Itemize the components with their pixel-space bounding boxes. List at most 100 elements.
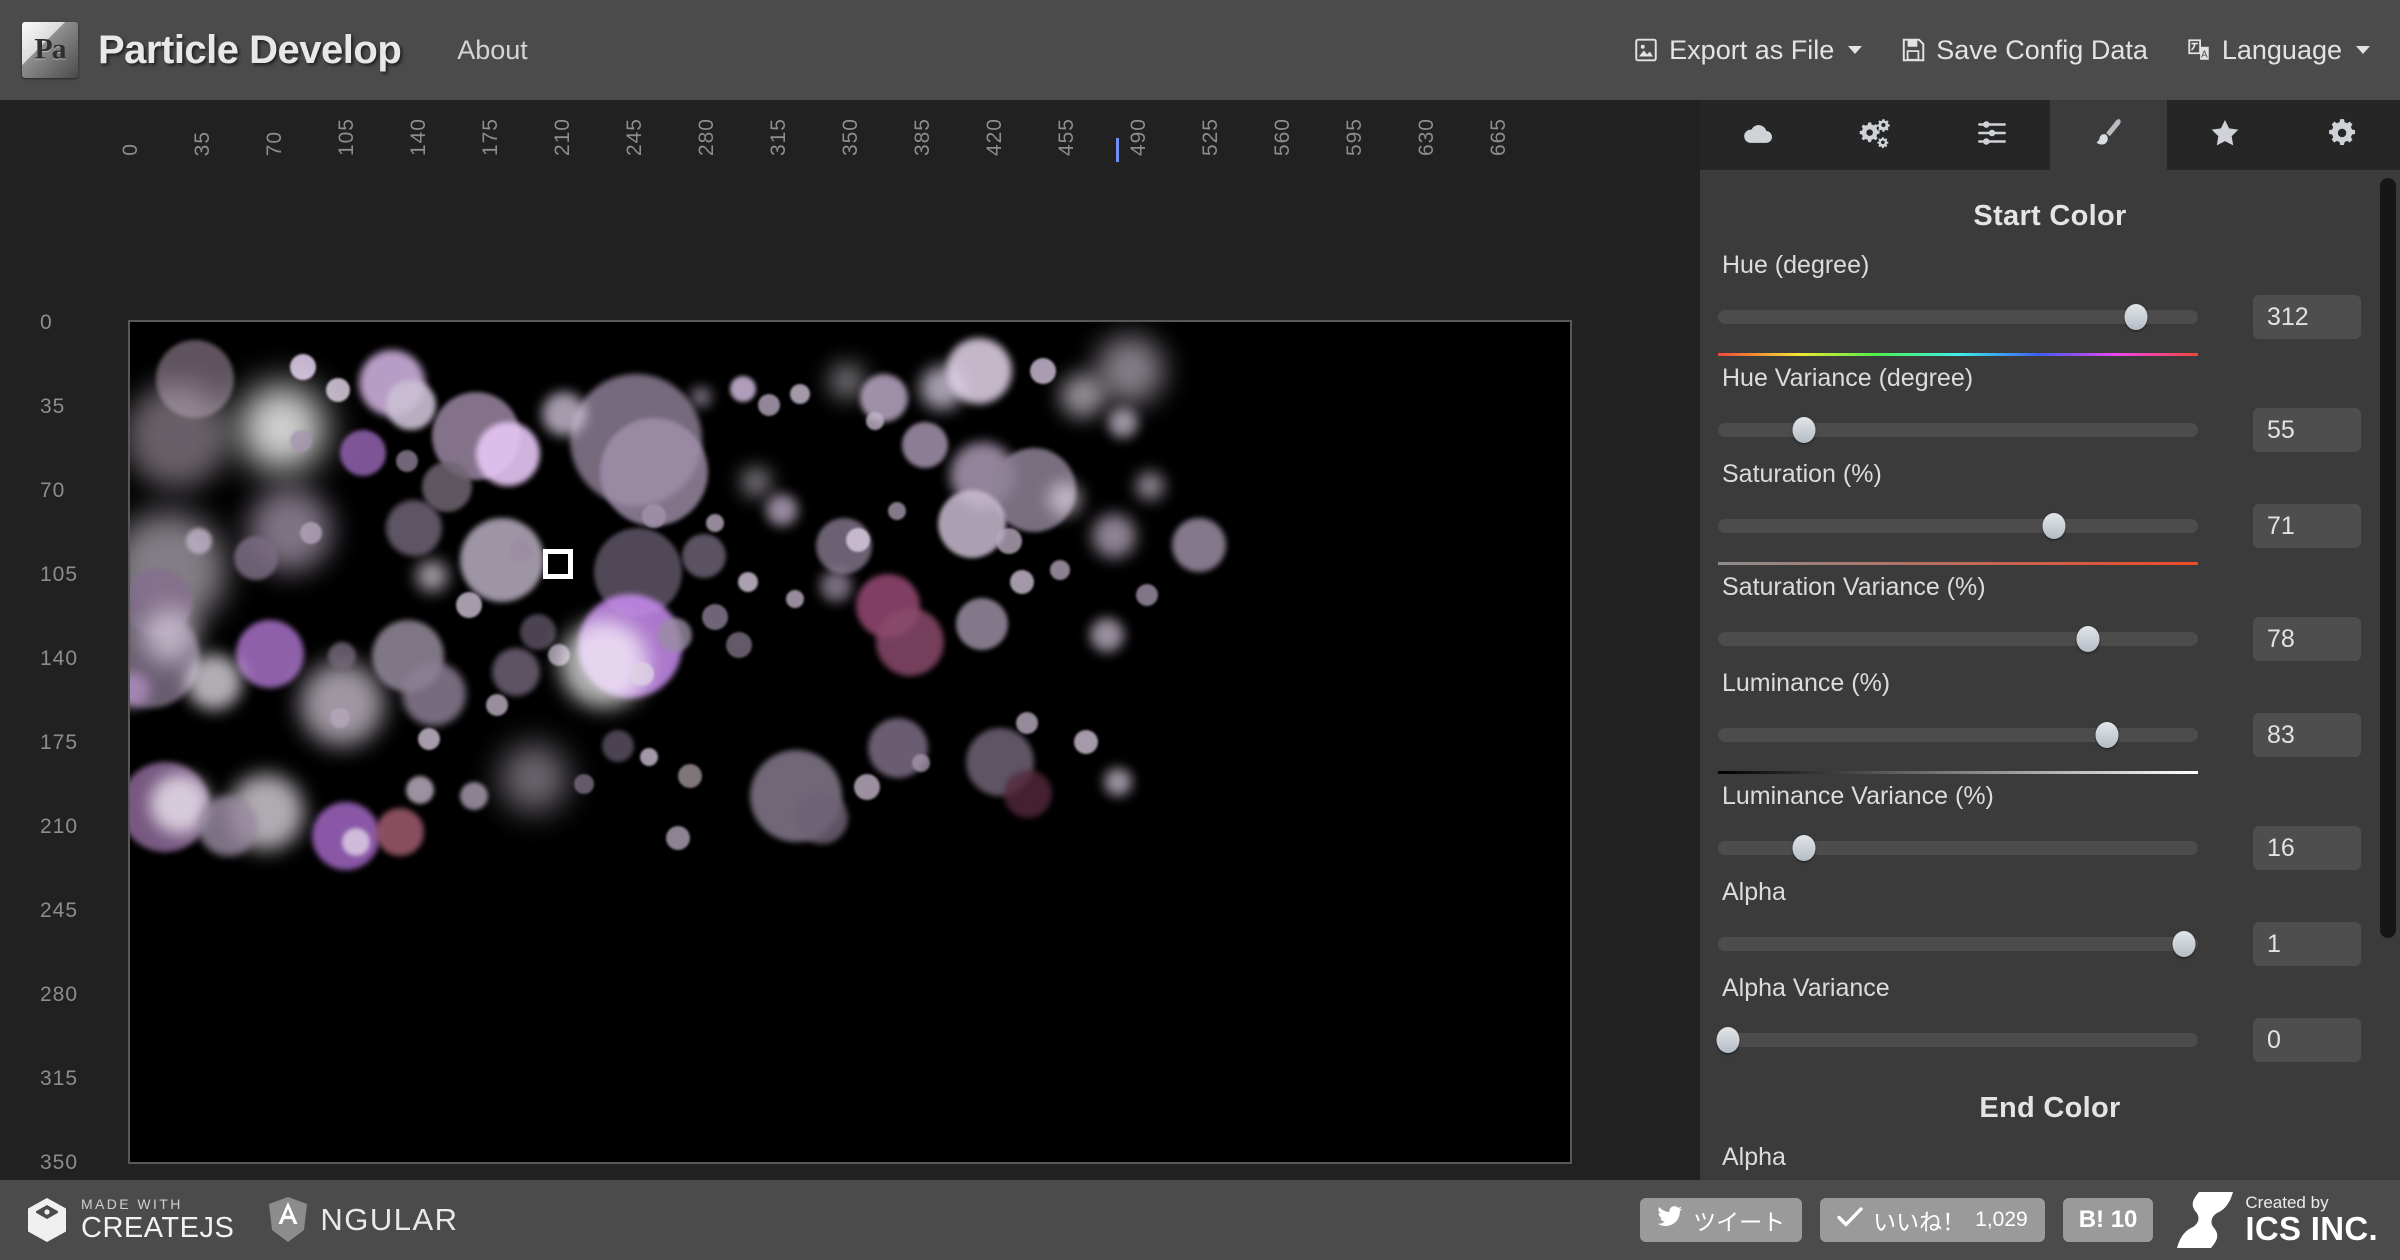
- slider-track[interactable]: [1718, 310, 2198, 324]
- like-button[interactable]: いいね！ 1,029: [1820, 1198, 2045, 1242]
- ruler-tick-v: 245: [40, 900, 78, 921]
- like-label: いいね！: [1873, 1203, 1965, 1237]
- hatena-bookmark-button[interactable]: B! 10: [2063, 1198, 2154, 1242]
- image-file-icon: [1633, 36, 1659, 64]
- angular-name-label: NGULAR: [320, 1202, 458, 1238]
- page-title: Particle Develop: [98, 28, 401, 73]
- app-root: Particle Develop About Export as File Sa…: [0, 0, 2400, 1260]
- save-config-data-button[interactable]: Save Config Data: [1896, 31, 2152, 70]
- tab-favorites[interactable]: [2167, 100, 2284, 170]
- slider-thumb[interactable]: [1793, 835, 1816, 861]
- particle: [198, 796, 258, 856]
- particle: [630, 662, 654, 686]
- particle: [290, 354, 316, 380]
- slider-thumb[interactable]: [2172, 931, 2195, 957]
- save-config-data-label: Save Config Data: [1936, 35, 2148, 66]
- particle: [876, 608, 944, 676]
- slider-thumb[interactable]: [2043, 513, 2066, 539]
- slider-track[interactable]: [1718, 1033, 2198, 1047]
- slider-thumb[interactable]: [1716, 1027, 1739, 1053]
- particle: [402, 662, 466, 726]
- particle: [1136, 472, 1164, 500]
- slider-value-input[interactable]: 83: [2253, 713, 2361, 757]
- particle: [326, 378, 350, 402]
- gears-icon: [1858, 116, 1892, 155]
- section-title: Start Color: [1718, 200, 2382, 233]
- slider-value-input[interactable]: 16: [2253, 826, 2361, 870]
- language-button[interactable]: A Language: [2182, 31, 2374, 70]
- gear-icon: [2325, 116, 2359, 155]
- slider-thumb[interactable]: [2095, 722, 2118, 748]
- nav-item-about[interactable]: About: [449, 29, 536, 72]
- ruler-tick-v: 70: [40, 480, 65, 501]
- slider-thumb[interactable]: [2124, 304, 2147, 330]
- panel-scrollbar-thumb[interactable]: [2380, 178, 2396, 938]
- particle: [396, 450, 418, 472]
- tab-brush[interactable]: [2050, 100, 2167, 170]
- particle: [236, 620, 304, 688]
- slider-row: 16: [1718, 826, 2382, 870]
- particle: [1050, 560, 1070, 580]
- slider-thumb[interactable]: [1793, 417, 1816, 443]
- slider-gradient-bar: [1718, 353, 2198, 356]
- ruler-tick-v: 350: [40, 1152, 78, 1173]
- footer-credits: MADE WITH CREATEJS NGULAR: [0, 1196, 459, 1244]
- tab-sliders[interactable]: [1933, 100, 2050, 170]
- particle: [658, 618, 692, 652]
- createjs-name-suffix: JS: [199, 1212, 234, 1244]
- particle: [706, 514, 724, 532]
- slider-gradient-bar: [1718, 562, 2198, 565]
- export-as-file-button[interactable]: Export as File: [1629, 31, 1866, 70]
- particle: [1172, 518, 1226, 572]
- angular-badge[interactable]: NGULAR: [266, 1196, 458, 1244]
- slider-value-input[interactable]: 78: [2253, 617, 2361, 661]
- slider-track[interactable]: [1718, 937, 2198, 951]
- slider-track[interactable]: [1718, 632, 2198, 646]
- particle: [846, 528, 870, 552]
- slider-thumb[interactable]: [2076, 626, 2099, 652]
- slider-control: Saturation Variance (%)78: [1718, 573, 2382, 661]
- slider-track[interactable]: [1718, 728, 2198, 742]
- particle: [796, 792, 848, 844]
- floppy-disk-icon: [1900, 36, 1926, 64]
- slider-track[interactable]: [1718, 841, 2198, 855]
- particle: [234, 536, 278, 580]
- check-icon: [1837, 1206, 1863, 1234]
- createjs-badge[interactable]: MADE WITH CREATEJS: [26, 1197, 234, 1243]
- slider-control: Hue (degree)312: [1718, 251, 2382, 356]
- particle: [682, 534, 726, 578]
- horizontal-ruler: 0357010514017521024528031535038542045549…: [0, 100, 1700, 160]
- particle: [520, 614, 556, 650]
- particle: [574, 774, 594, 794]
- particle: [330, 708, 350, 728]
- slider-value-input[interactable]: 71: [2253, 504, 2361, 548]
- properties-panel: Start ColorHue (degree)312Hue Variance (…: [1700, 100, 2400, 1180]
- slider-value-input[interactable]: 0: [2253, 1018, 2361, 1062]
- emitter-handle[interactable]: [543, 549, 573, 579]
- ics-credit[interactable]: Created by ICS INC.: [2177, 1192, 2378, 1248]
- tab-cloud[interactable]: [1700, 100, 1817, 170]
- workspace[interactable]: 0357010514017521024528031535038542045549…: [0, 100, 1700, 1180]
- ruler-tick-h: 490: [1128, 118, 1149, 156]
- ruler-tick-h: 350: [840, 118, 861, 156]
- slider-control: Hue Variance (degree) 55: [1718, 364, 2382, 452]
- slider-value-input[interactable]: 55: [2253, 408, 2361, 452]
- angular-shield-icon: [266, 1196, 310, 1244]
- slider-value-input[interactable]: 312: [2253, 295, 2361, 339]
- slider-label: Hue Variance (degree): [1718, 364, 2382, 393]
- tab-gears[interactable]: [1817, 100, 1934, 170]
- slider-control: Luminance Variance (%)16: [1718, 782, 2382, 870]
- slider-label: Luminance (%): [1718, 669, 2382, 698]
- ics-name-label: ICS INC.: [2245, 1212, 2378, 1247]
- particle: [460, 782, 488, 810]
- slider-track[interactable]: [1718, 519, 2198, 533]
- slider-control: Alpha: [1718, 1143, 2382, 1172]
- particle-canvas[interactable]: [130, 322, 1570, 1162]
- slider-value-input[interactable]: 1: [2253, 922, 2361, 966]
- language-icon: A: [2186, 36, 2212, 64]
- tab-settings[interactable]: [2283, 100, 2400, 170]
- slider-track[interactable]: [1718, 423, 2198, 437]
- ruler-tick-h: 525: [1200, 118, 1221, 156]
- tweet-button[interactable]: ツイート: [1640, 1198, 1802, 1242]
- ruler-tick-v: 175: [40, 732, 78, 753]
